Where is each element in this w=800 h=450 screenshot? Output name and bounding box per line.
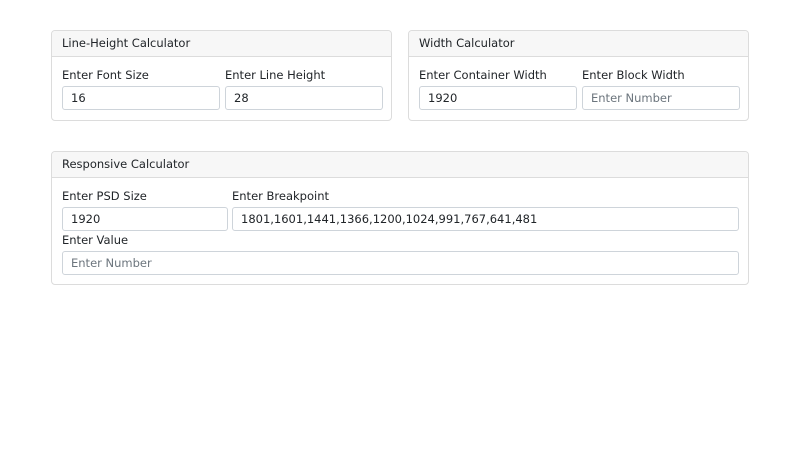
breakpoint-label: Enter Breakpoint: [232, 189, 329, 203]
line-height-calculator-card: Line-Height Calculator Enter Font Size E…: [51, 30, 392, 121]
breakpoint-input[interactable]: [232, 207, 739, 231]
block-width-input[interactable]: [582, 86, 740, 110]
container-width-input[interactable]: [419, 86, 577, 110]
width-calculator-card: Width Calculator Enter Container Width E…: [408, 30, 749, 121]
line-height-label: Enter Line Height: [225, 68, 326, 82]
width-calculator-title: Width Calculator: [409, 31, 748, 57]
container-width-label: Enter Container Width: [419, 68, 547, 82]
line-height-calculator-title: Line-Height Calculator: [52, 31, 391, 57]
font-size-input[interactable]: [62, 86, 220, 110]
value-input[interactable]: [62, 251, 739, 275]
responsive-calculator-card: Responsive Calculator Enter PSD Size Ent…: [51, 151, 749, 285]
responsive-calculator-title: Responsive Calculator: [52, 152, 748, 178]
font-size-label: Enter Font Size: [62, 68, 149, 82]
line-height-input[interactable]: [225, 86, 383, 110]
psd-size-label: Enter PSD Size: [62, 189, 147, 203]
value-label: Enter Value: [62, 233, 129, 247]
psd-size-input[interactable]: [62, 207, 228, 231]
block-width-label: Enter Block Width: [582, 68, 685, 82]
